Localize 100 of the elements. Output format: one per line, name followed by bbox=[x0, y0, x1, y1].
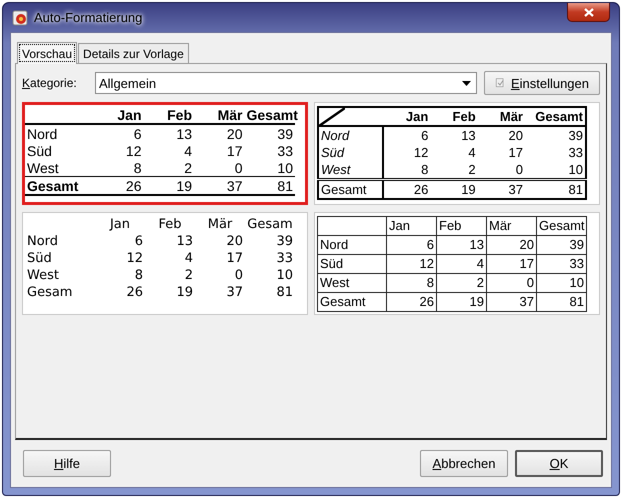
column-header: Feb bbox=[157, 216, 183, 233]
table-cell: 0 bbox=[194, 159, 244, 176]
table-cell-text: 19 bbox=[175, 284, 194, 301]
table-cell: 6 bbox=[386, 236, 436, 254]
diagonal-line bbox=[319, 108, 345, 126]
table-cell: 13 bbox=[436, 236, 486, 254]
row-label: West bbox=[26, 267, 60, 284]
table-cell: 26 bbox=[93, 176, 144, 195]
table-cell: 10 bbox=[525, 161, 586, 180]
table-cell: 2 bbox=[436, 274, 486, 292]
table-cell: 37 bbox=[478, 180, 525, 199]
table-cell: 26 bbox=[383, 180, 430, 199]
preview-card[interactable]: Jan Feb Mär Gesamt Nord 6 13 20 39 Süd 12 4 17 33 West 8 2 0 10 Gesamt 26 19 37 81 bbox=[314, 212, 600, 315]
table-cell-text: 4 bbox=[467, 144, 477, 161]
preview-card[interactable]: Jan Feb Mär Gesam Nord 6 13 20 39 Süd 12 4 17 33 West 8 2 0 10 Gesam 26 19 37 81 bbox=[22, 212, 308, 315]
table-cell: 12 bbox=[383, 144, 430, 161]
table-cell-text: 20 bbox=[225, 233, 244, 250]
help-button[interactable]: Hilfe bbox=[23, 450, 111, 477]
table-cell: 12 bbox=[386, 254, 436, 274]
table-cell-text: 4 bbox=[184, 250, 194, 267]
tab[interactable]: Details zur Vorlage bbox=[78, 43, 189, 63]
column-header: Jan bbox=[108, 216, 132, 233]
table-cell: 8 bbox=[386, 274, 436, 292]
column-header: Mär bbox=[486, 216, 536, 236]
close-button[interactable] bbox=[567, 3, 610, 22]
row-label: Süd bbox=[318, 254, 386, 274]
table-cell: 37 bbox=[486, 292, 536, 312]
row-label: West bbox=[318, 161, 383, 180]
row-label: Süd bbox=[318, 144, 383, 161]
table-cell: 2 bbox=[144, 159, 194, 176]
table-cell: 8 bbox=[93, 159, 144, 176]
preview-card[interactable]: Jan Feb Mär Gesamt Nord 6 13 20 39 Süd 12 4 17 33 West 8 2 0 10 Gesamt 26 19 37 81 bbox=[314, 102, 600, 205]
column-header: Feb bbox=[144, 106, 194, 124]
column-header: Feb bbox=[436, 216, 486, 236]
table-cell: 20 bbox=[486, 236, 536, 254]
column-header: Jan bbox=[386, 216, 436, 236]
table-cell: 10 bbox=[536, 274, 586, 292]
window-title: Auto-Formatierung bbox=[34, 10, 142, 25]
table-cell: 26 bbox=[386, 292, 436, 312]
app-icon bbox=[12, 10, 28, 26]
table-cell: 39 bbox=[244, 124, 295, 142]
table-cell: 13 bbox=[144, 124, 194, 142]
table-cell: 19 bbox=[144, 176, 194, 195]
table-cell: 6 bbox=[93, 124, 144, 142]
table-cell: 6 bbox=[383, 126, 430, 144]
column-header: Mär bbox=[194, 106, 244, 124]
column-header: Mär bbox=[206, 216, 234, 233]
row-label: West bbox=[318, 274, 386, 292]
category-dropdown[interactable]: Allgemein bbox=[95, 72, 477, 94]
table-cell-text: 39 bbox=[275, 233, 294, 250]
table-cell: 2 bbox=[430, 161, 478, 180]
table-cell-text: 81 bbox=[275, 284, 294, 301]
row-label: Nord bbox=[26, 233, 60, 250]
row-label: Gesamt bbox=[318, 292, 386, 312]
table-cell: 19 bbox=[430, 180, 478, 199]
settings-button[interactable]: Einstellungen bbox=[484, 71, 600, 95]
table-cell-text: 10 bbox=[275, 267, 294, 284]
table-cell-text: 26 bbox=[125, 284, 144, 301]
table-cell-text: 0 bbox=[234, 267, 244, 284]
column-header: Jan bbox=[383, 107, 430, 126]
table-cell-text: 8 bbox=[134, 267, 144, 284]
table-cell: 10 bbox=[244, 159, 295, 176]
row-label: Nord bbox=[318, 126, 383, 144]
table-cell-text: 6 bbox=[134, 233, 144, 250]
table-cell: 20 bbox=[478, 126, 525, 144]
table-cell-text: 2 bbox=[184, 267, 194, 284]
table-cell: 81 bbox=[244, 176, 295, 195]
table-cell: 37 bbox=[194, 176, 244, 195]
row-label: Nord bbox=[25, 124, 93, 142]
table-cell-text: 12 bbox=[125, 250, 144, 267]
table-cell: 17 bbox=[486, 254, 536, 274]
row-label: Gesam bbox=[26, 284, 74, 301]
table-cell: 81 bbox=[525, 180, 586, 199]
preview-card[interactable]: Jan Feb Mär Gesamt Nord 6 13 20 39 Süd 12 4 17 33 West 8 2 0 10 Gesamt 26 19 37 81 bbox=[22, 102, 308, 205]
tab[interactable]: Vorschau bbox=[17, 42, 78, 64]
table-cell-text: 17 bbox=[226, 142, 244, 159]
table-cell-text: 37 bbox=[225, 284, 244, 301]
table-cell: 39 bbox=[525, 126, 586, 144]
row-label: Nord bbox=[318, 236, 386, 254]
table-cell-text: 33 bbox=[275, 250, 294, 267]
table-cell: 19 bbox=[436, 292, 486, 312]
caret-icon bbox=[462, 80, 471, 86]
table-cell: 8 bbox=[383, 161, 430, 180]
column-header: Jan bbox=[93, 106, 144, 124]
table-cell-text: 33 bbox=[276, 142, 294, 159]
table-cell: 0 bbox=[478, 161, 525, 180]
row-label: Gesamt bbox=[318, 180, 383, 199]
table-cell: 39 bbox=[536, 236, 586, 254]
category-label: Kategorie: bbox=[22, 76, 78, 90]
cancel-button[interactable]: Abbrechen bbox=[420, 450, 508, 477]
table-cell: 0 bbox=[486, 274, 536, 292]
table-cell-text: 17 bbox=[508, 144, 524, 161]
row-label: Süd bbox=[26, 250, 53, 267]
row-label: Gesamt bbox=[25, 176, 93, 195]
ok-button[interactable]: OK bbox=[515, 450, 603, 477]
column-header: Gesamt bbox=[536, 216, 586, 236]
table-cell: 81 bbox=[536, 292, 586, 312]
table-cell: 33 bbox=[536, 254, 586, 274]
column-header: Feb bbox=[430, 107, 478, 126]
table-cell-text: 17 bbox=[225, 250, 244, 267]
